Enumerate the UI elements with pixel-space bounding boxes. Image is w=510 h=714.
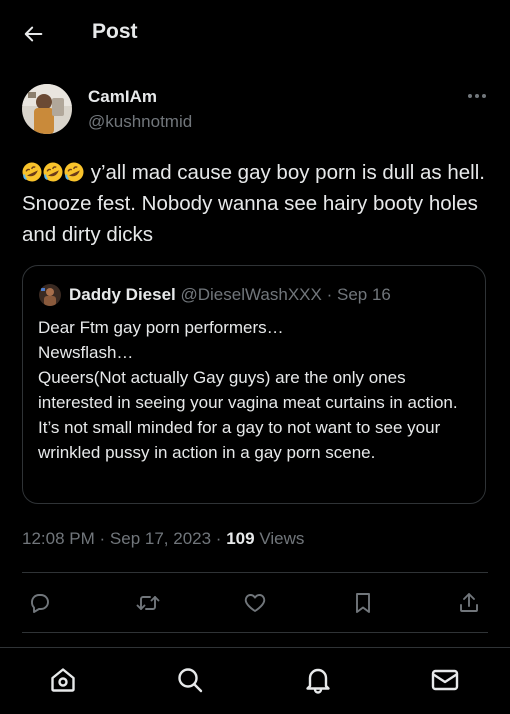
separator-dot: · bbox=[326, 285, 333, 304]
divider bbox=[22, 572, 488, 573]
post-time[interactable]: 12:08 PM bbox=[22, 529, 95, 548]
quote-line: Newsflash… bbox=[38, 343, 134, 362]
nav-notifications[interactable] bbox=[302, 664, 334, 696]
more-options-button[interactable] bbox=[464, 86, 490, 106]
repost-button[interactable] bbox=[134, 589, 162, 617]
nav-home[interactable] bbox=[47, 664, 79, 696]
author-name[interactable]: CamIAm bbox=[88, 87, 157, 107]
post-text-body: y’all mad cause gay boy porn is dull as … bbox=[22, 161, 485, 246]
repost-icon bbox=[136, 596, 160, 610]
notifications-icon bbox=[306, 668, 330, 694]
reply-button[interactable] bbox=[26, 589, 54, 617]
quote-text: Dear Ftm gay porn performers… Newsflash…… bbox=[38, 315, 478, 465]
quoted-post[interactable]: Daddy Diesel @DieselWashXXX · Sep 16 Dea… bbox=[22, 265, 486, 504]
quote-avatar[interactable] bbox=[39, 284, 61, 306]
separator-dot: · bbox=[215, 529, 222, 548]
nav-messages[interactable] bbox=[429, 664, 461, 696]
quote-author-handle[interactable]: @DieselWashXXX bbox=[181, 285, 322, 304]
author-handle[interactable]: @kushnotmid bbox=[88, 112, 192, 132]
share-icon bbox=[460, 593, 478, 612]
heart-icon bbox=[244, 594, 266, 612]
arrow-left-icon bbox=[24, 26, 43, 42]
quote-author-name[interactable]: Daddy Diesel bbox=[69, 285, 176, 304]
views-label[interactable]: Views bbox=[259, 529, 304, 548]
divider bbox=[22, 632, 488, 633]
rolling-on-the-floor-laughing-icon bbox=[22, 162, 42, 182]
search-icon bbox=[178, 668, 203, 693]
bookmark-icon bbox=[356, 593, 370, 613]
quote-date[interactable]: Sep 16 bbox=[337, 285, 391, 304]
rolling-on-the-floor-laughing-icon bbox=[64, 162, 84, 182]
post-text: y’all mad cause gay boy porn is dull as … bbox=[22, 157, 488, 250]
share-button[interactable] bbox=[455, 589, 483, 617]
quote-header: Daddy Diesel @DieselWashXXX · Sep 16 bbox=[69, 285, 391, 305]
post-meta: 12:08 PM · Sep 17, 2023 · 109 Views bbox=[22, 529, 304, 549]
avatar[interactable] bbox=[22, 84, 72, 134]
bottom-nav bbox=[0, 647, 510, 714]
reply-icon bbox=[31, 594, 49, 613]
top-bar: Post bbox=[0, 0, 510, 66]
more-horizontal-icon bbox=[468, 94, 486, 98]
back-button[interactable] bbox=[18, 18, 50, 50]
quote-line: Queers(Not actually Gay guys) are the on… bbox=[38, 368, 458, 412]
bookmark-button[interactable] bbox=[349, 589, 377, 617]
views-count[interactable]: 109 bbox=[226, 529, 254, 548]
rolling-on-the-floor-laughing-icon bbox=[43, 162, 63, 182]
post-date[interactable]: Sep 17, 2023 bbox=[110, 529, 211, 548]
nav-search[interactable] bbox=[174, 664, 206, 696]
like-button[interactable] bbox=[241, 589, 269, 617]
home-icon bbox=[51, 668, 75, 692]
page-title: Post bbox=[92, 20, 138, 43]
quote-line: It’s not small minded for a gay to not w… bbox=[38, 418, 441, 462]
separator-dot: · bbox=[99, 529, 106, 548]
messages-icon bbox=[431, 669, 459, 691]
quote-line: Dear Ftm gay porn performers… bbox=[38, 318, 284, 337]
